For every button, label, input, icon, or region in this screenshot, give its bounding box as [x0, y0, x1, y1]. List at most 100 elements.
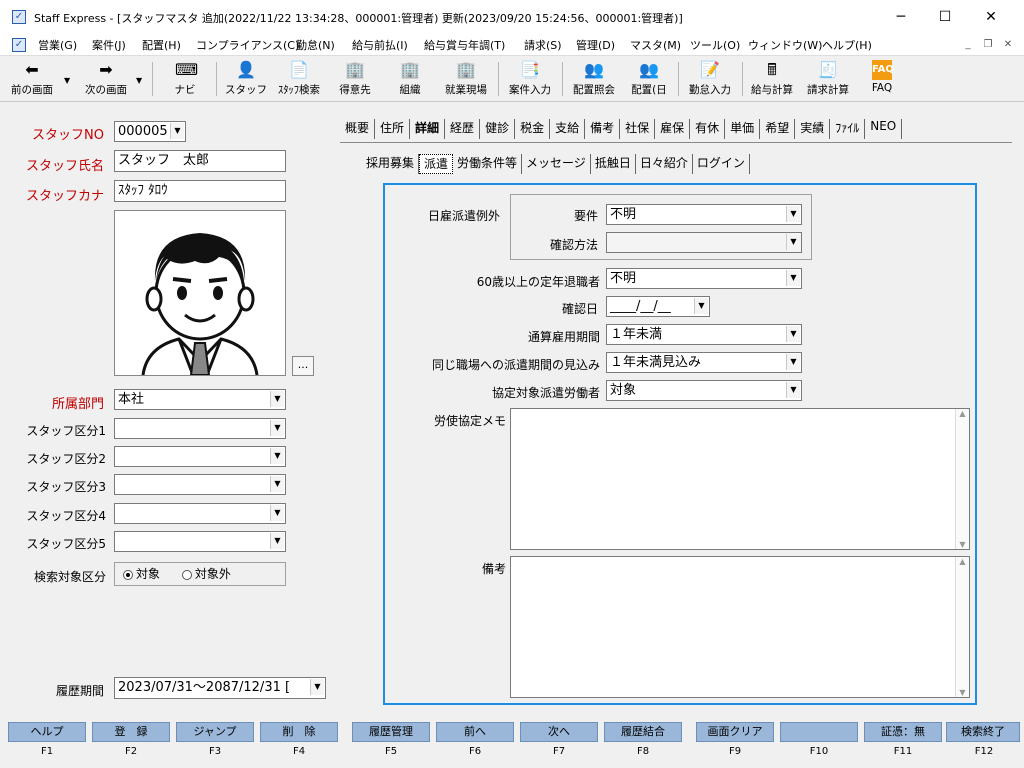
- maximize-button[interactable]: ☐: [928, 6, 962, 28]
- back-dropdown-icon[interactable]: ▼: [64, 76, 70, 85]
- chevron-down-icon[interactable]: ▼: [694, 298, 708, 314]
- chevron-down-icon[interactable]: ▼: [786, 234, 800, 250]
- minimize-button[interactable]: ─: [884, 6, 918, 28]
- menu-tools[interactable]: ツール(O): [690, 37, 740, 53]
- f12-search-end-button[interactable]: 検索終了: [946, 722, 1020, 742]
- chevron-down-icon[interactable]: ▼: [786, 354, 800, 370]
- back-button[interactable]: ⬅ 前の画面: [4, 58, 60, 100]
- billing-calc-button[interactable]: 🧾 請求計算: [802, 58, 854, 100]
- tab-unit-price[interactable]: 単価: [725, 119, 761, 139]
- f6-prev-button[interactable]: 前へ: [436, 722, 514, 742]
- agreement-worker-select[interactable]: 対象 ▼: [606, 380, 802, 401]
- menu-advance[interactable]: 給与前払(I): [352, 37, 408, 53]
- kubun4-select[interactable]: ▼: [114, 503, 286, 524]
- tab-record[interactable]: 実績: [795, 119, 831, 139]
- f3-jump-button[interactable]: ジャンプ: [176, 722, 254, 742]
- chevron-down-icon[interactable]: ▼: [786, 326, 800, 342]
- kubun5-select[interactable]: ▼: [114, 531, 286, 552]
- f10-button[interactable]: [780, 722, 858, 742]
- dept-select[interactable]: 本社 ▼: [114, 389, 286, 410]
- subtab-login[interactable]: ログイン: [693, 154, 750, 174]
- chevron-down-icon[interactable]: ▼: [270, 505, 284, 521]
- menu-assign[interactable]: 配置(H): [142, 37, 181, 53]
- kubun2-select[interactable]: ▼: [114, 446, 286, 467]
- site-button[interactable]: 🏢 就業現場: [438, 58, 494, 100]
- next-dropdown-icon[interactable]: ▼: [136, 76, 142, 85]
- menu-admin[interactable]: 管理(D): [576, 37, 615, 53]
- navi-button[interactable]: ⌨ ナビ: [160, 58, 210, 100]
- confirm-date-picker[interactable]: ____/__/__ ▼: [606, 296, 710, 317]
- kubun1-select[interactable]: ▼: [114, 418, 286, 439]
- payroll-calc-button[interactable]: 🖩 給与計算: [746, 58, 798, 100]
- f2-register-button[interactable]: 登 録: [92, 722, 170, 742]
- requirement-select[interactable]: 不明 ▼: [606, 204, 802, 225]
- tab-employment-insurance[interactable]: 雇保: [655, 119, 691, 139]
- subtab-dispatch[interactable]: 派遣: [419, 154, 454, 174]
- chevron-down-icon[interactable]: ▼: [786, 270, 800, 286]
- total-period-select[interactable]: １年未満 ▼: [606, 324, 802, 345]
- menu-attendance[interactable]: 勤怠(N): [296, 37, 335, 53]
- retiree-select[interactable]: 不明 ▼: [606, 268, 802, 289]
- remarks-textarea[interactable]: ▲ ▼: [510, 556, 970, 698]
- scrollbar[interactable]: ▲ ▼: [955, 557, 969, 697]
- menu-payroll[interactable]: 給与賞与年調(T): [424, 37, 505, 53]
- tab-wish[interactable]: 希望: [760, 119, 796, 139]
- chevron-down-icon[interactable]: ▼: [270, 448, 284, 464]
- menu-master[interactable]: マスタ(M): [630, 37, 681, 53]
- menu-sales[interactable]: 営業(G): [38, 37, 77, 53]
- client-button[interactable]: 🏢 得意先: [332, 58, 378, 100]
- confirm-method-select[interactable]: ▼: [606, 232, 802, 253]
- f7-next-button[interactable]: 次へ: [520, 722, 598, 742]
- tab-tax[interactable]: 税金: [515, 119, 551, 139]
- history-period-select[interactable]: 2023/07/31～2087/12/31 [▼: [114, 677, 326, 699]
- tab-paid-leave[interactable]: 有休: [690, 119, 726, 139]
- same-workplace-select[interactable]: １年未満見込み ▼: [606, 352, 802, 373]
- tab-detail[interactable]: 詳細: [410, 119, 446, 139]
- mdi-minimize-button[interactable]: _: [960, 38, 976, 52]
- f4-delete-button[interactable]: 削 除: [260, 722, 338, 742]
- menu-window[interactable]: ウィンドウ(W): [748, 37, 822, 53]
- staff-kana-input[interactable]: ｽﾀｯﾌ ﾀﾛｳ: [114, 180, 286, 202]
- photo-browse-button[interactable]: ...: [292, 356, 314, 376]
- subtab-recruit[interactable]: 採用募集: [362, 154, 420, 174]
- menu-help[interactable]: ヘルプ(H): [822, 37, 872, 53]
- chevron-down-icon[interactable]: ▼: [786, 382, 800, 398]
- staff-button[interactable]: 👤 スタッフ: [224, 58, 268, 100]
- search-target-option-off[interactable]: 対象外: [181, 567, 231, 581]
- chevron-down-icon[interactable]: ▼: [170, 123, 184, 139]
- tab-address[interactable]: 住所: [375, 119, 411, 139]
- subtab-daily-intro[interactable]: 日々紹介: [636, 154, 693, 174]
- assign-view-button[interactable]: 👥 配置照会: [566, 58, 622, 100]
- chevron-down-icon[interactable]: ▼: [270, 391, 284, 407]
- mdi-restore-button[interactable]: ❐: [980, 38, 996, 52]
- subtab-conflict-date[interactable]: 抵触日: [591, 154, 636, 174]
- scrollbar[interactable]: ▲ ▼: [955, 409, 969, 549]
- staff-name-input[interactable]: スタッフ 太郎: [114, 150, 286, 172]
- f1-help-button[interactable]: ヘルプ: [8, 722, 86, 742]
- subtab-message[interactable]: メッセージ: [522, 154, 591, 174]
- f5-history-button[interactable]: 履歴管理: [352, 722, 430, 742]
- menu-billing[interactable]: 請求(S): [524, 37, 562, 53]
- tab-overview[interactable]: 概要: [340, 119, 376, 139]
- tab-neo[interactable]: NEO: [865, 119, 903, 139]
- org-button[interactable]: 🏢 組織: [390, 58, 430, 100]
- mdi-close-button[interactable]: ✕: [1000, 38, 1016, 52]
- tab-remarks[interactable]: 備考: [585, 119, 621, 139]
- subtab-conditions[interactable]: 労働条件等: [453, 154, 523, 174]
- f9-clear-button[interactable]: 画面クリア: [696, 722, 774, 742]
- chevron-down-icon[interactable]: ▼: [270, 533, 284, 549]
- chevron-down-icon[interactable]: ▼: [270, 420, 284, 436]
- staff-no-select[interactable]: 000005 ▼: [114, 121, 186, 142]
- f11-evidence-button[interactable]: 証憑：無: [864, 722, 942, 742]
- kubun3-select[interactable]: ▼: [114, 474, 286, 495]
- chevron-down-icon[interactable]: ▼: [310, 679, 324, 695]
- attendance-input-button[interactable]: 📝 勤怠入力: [682, 58, 738, 100]
- tab-health[interactable]: 健診: [480, 119, 516, 139]
- chevron-down-icon[interactable]: ▼: [270, 476, 284, 492]
- assign-day-button[interactable]: 👥 配置(日: [626, 58, 672, 100]
- staff-search-button[interactable]: 📄 ｽﾀｯﾌ検索: [270, 58, 328, 100]
- chevron-down-icon[interactable]: ▼: [786, 206, 800, 222]
- case-input-button[interactable]: 📑 案件入力: [502, 58, 558, 100]
- faq-button[interactable]: FAQ FAQ: [862, 58, 902, 100]
- close-button[interactable]: ✕: [974, 6, 1008, 28]
